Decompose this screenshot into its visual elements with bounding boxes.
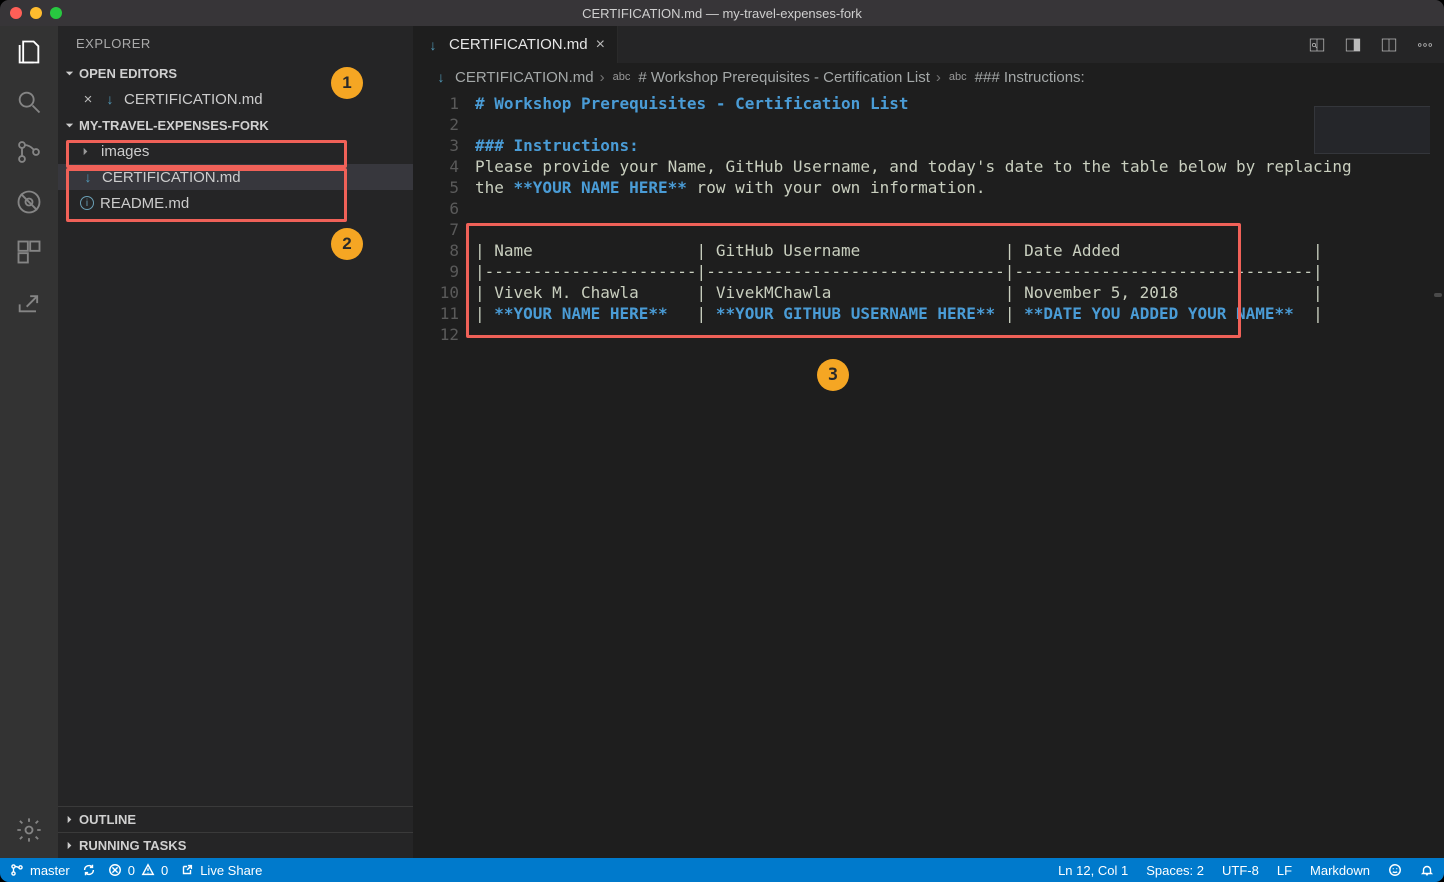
- chevron-right-icon: [64, 814, 75, 825]
- open-editors-label: OPEN EDITORS: [79, 66, 177, 81]
- tree-folder-images[interactable]: images: [58, 138, 413, 164]
- tree-file-certification[interactable]: ↓ CERTIFICATION.md: [58, 164, 413, 190]
- close-window-button[interactable]: [10, 7, 22, 19]
- sync-icon: [82, 863, 96, 877]
- explorer-icon[interactable]: [15, 38, 43, 66]
- tabs-bar: ↓ CERTIFICATION.md ×: [413, 26, 1444, 63]
- debug-icon[interactable]: [15, 188, 43, 216]
- breadcrumb-separator: ›: [936, 69, 941, 86]
- close-editor-icon[interactable]: ×: [80, 91, 96, 108]
- project-label: MY-TRAVEL-EXPENSES-FORK: [79, 118, 269, 133]
- activity-bar: [0, 26, 58, 858]
- breadcrumb-separator: ›: [600, 69, 605, 86]
- open-editor-item[interactable]: × ↓ CERTIFICATION.md: [58, 86, 413, 112]
- breadcrumb-h3[interactable]: ### Instructions:: [975, 69, 1085, 86]
- tab-label: CERTIFICATION.md: [449, 36, 588, 53]
- main-body: EXPLORER OPEN EDITORS × ↓ CERTIFICATION.…: [0, 26, 1444, 858]
- error-icon: [108, 863, 122, 877]
- window-title: CERTIFICATION.md — my-travel-expenses-fo…: [0, 6, 1444, 21]
- readme-info-icon: i: [80, 196, 94, 210]
- split-editor-icon[interactable]: [1344, 36, 1362, 54]
- markdown-file-icon: ↓: [80, 169, 96, 185]
- chevron-right-icon: [80, 146, 91, 157]
- close-tab-icon[interactable]: ×: [596, 36, 605, 54]
- branch-name: master: [30, 863, 70, 878]
- chevron-down-icon: [64, 120, 75, 131]
- open-editors-section[interactable]: OPEN EDITORS: [58, 60, 413, 86]
- tree-file-readme[interactable]: i README.md: [58, 190, 413, 216]
- settings-gear-icon[interactable]: [15, 816, 43, 844]
- feedback-smiley-icon[interactable]: [1388, 863, 1402, 877]
- status-encoding[interactable]: UTF-8: [1222, 863, 1259, 878]
- markdown-file-icon: ↓: [433, 69, 449, 85]
- editor-actions: [1308, 26, 1444, 63]
- minimize-window-button[interactable]: [30, 7, 42, 19]
- search-icon[interactable]: [15, 88, 43, 116]
- running-tasks-section[interactable]: RUNNING TASKS: [58, 832, 413, 858]
- more-actions-icon[interactable]: [1416, 36, 1434, 54]
- maximize-window-button[interactable]: [50, 7, 62, 19]
- chevron-down-icon: [64, 68, 75, 79]
- running-tasks-label: RUNNING TASKS: [79, 838, 186, 853]
- status-branch[interactable]: master: [10, 863, 70, 878]
- explorer-sidebar: EXPLORER OPEN EDITORS × ↓ CERTIFICATION.…: [58, 26, 413, 858]
- breadcrumb-file[interactable]: CERTIFICATION.md: [455, 69, 594, 86]
- window: CERTIFICATION.md — my-travel-expenses-fo…: [0, 0, 1444, 882]
- breadcrumb-h1[interactable]: # Workshop Prerequisites - Certification…: [638, 69, 930, 86]
- git-branch-icon: [10, 863, 24, 877]
- markdown-file-icon: ↓: [102, 91, 118, 107]
- status-bar: master 0 0 Live Share Ln 12, Col 1 Sp: [0, 858, 1444, 882]
- status-sync[interactable]: [82, 863, 96, 877]
- warning-icon: [141, 863, 155, 877]
- status-indent[interactable]: Spaces: 2: [1146, 863, 1204, 878]
- editor-area: ↓ CERTIFICATION.md × ↓ CERTIFICATION.md …: [413, 26, 1444, 858]
- callout-2: 2: [331, 228, 363, 260]
- traffic-lights: [10, 7, 62, 19]
- outline-label: OUTLINE: [79, 812, 136, 827]
- open-editor-name: CERTIFICATION.md: [124, 91, 263, 108]
- file-name: CERTIFICATION.md: [102, 169, 241, 186]
- markdown-file-icon: ↓: [425, 37, 441, 53]
- abc-icon: abc: [611, 71, 633, 83]
- status-cursor-position[interactable]: Ln 12, Col 1: [1058, 863, 1128, 878]
- code-editor[interactable]: 1 2 3 4 5 6 7 8 9 10 11 12 # Workshop Pr…: [413, 91, 1444, 858]
- source-control-icon[interactable]: [15, 138, 43, 166]
- abc-icon: abc: [947, 71, 969, 83]
- open-preview-side-icon[interactable]: [1308, 36, 1326, 54]
- titlebar: CERTIFICATION.md — my-travel-expenses-fo…: [0, 0, 1444, 26]
- folder-name: images: [101, 143, 149, 160]
- breadcrumbs[interactable]: ↓ CERTIFICATION.md › abc # Workshop Prer…: [413, 63, 1444, 91]
- minimap[interactable]: [1314, 106, 1434, 154]
- share-icon[interactable]: [15, 288, 43, 316]
- external-link-icon: [180, 863, 194, 877]
- extensions-icon[interactable]: [15, 238, 43, 266]
- status-language[interactable]: Markdown: [1310, 863, 1370, 878]
- chevron-right-icon: [64, 840, 75, 851]
- code-content[interactable]: # Workshop Prerequisites - Certification…: [475, 91, 1444, 858]
- line-gutter: 1 2 3 4 5 6 7 8 9 10 11 12: [413, 91, 475, 858]
- status-problems[interactable]: 0 0: [108, 863, 168, 878]
- notifications-bell-icon[interactable]: [1420, 863, 1434, 877]
- editor-tab[interactable]: ↓ CERTIFICATION.md ×: [413, 26, 618, 63]
- sidebar-title: EXPLORER: [58, 26, 413, 60]
- editor-layout-icon[interactable]: [1380, 36, 1398, 54]
- scrollbar-vertical[interactable]: [1430, 63, 1444, 858]
- status-eol[interactable]: LF: [1277, 863, 1292, 878]
- status-liveshare[interactable]: Live Share: [180, 863, 262, 878]
- outline-section[interactable]: OUTLINE: [58, 806, 413, 832]
- project-section[interactable]: MY-TRAVEL-EXPENSES-FORK: [58, 112, 413, 138]
- file-name: README.md: [100, 195, 189, 212]
